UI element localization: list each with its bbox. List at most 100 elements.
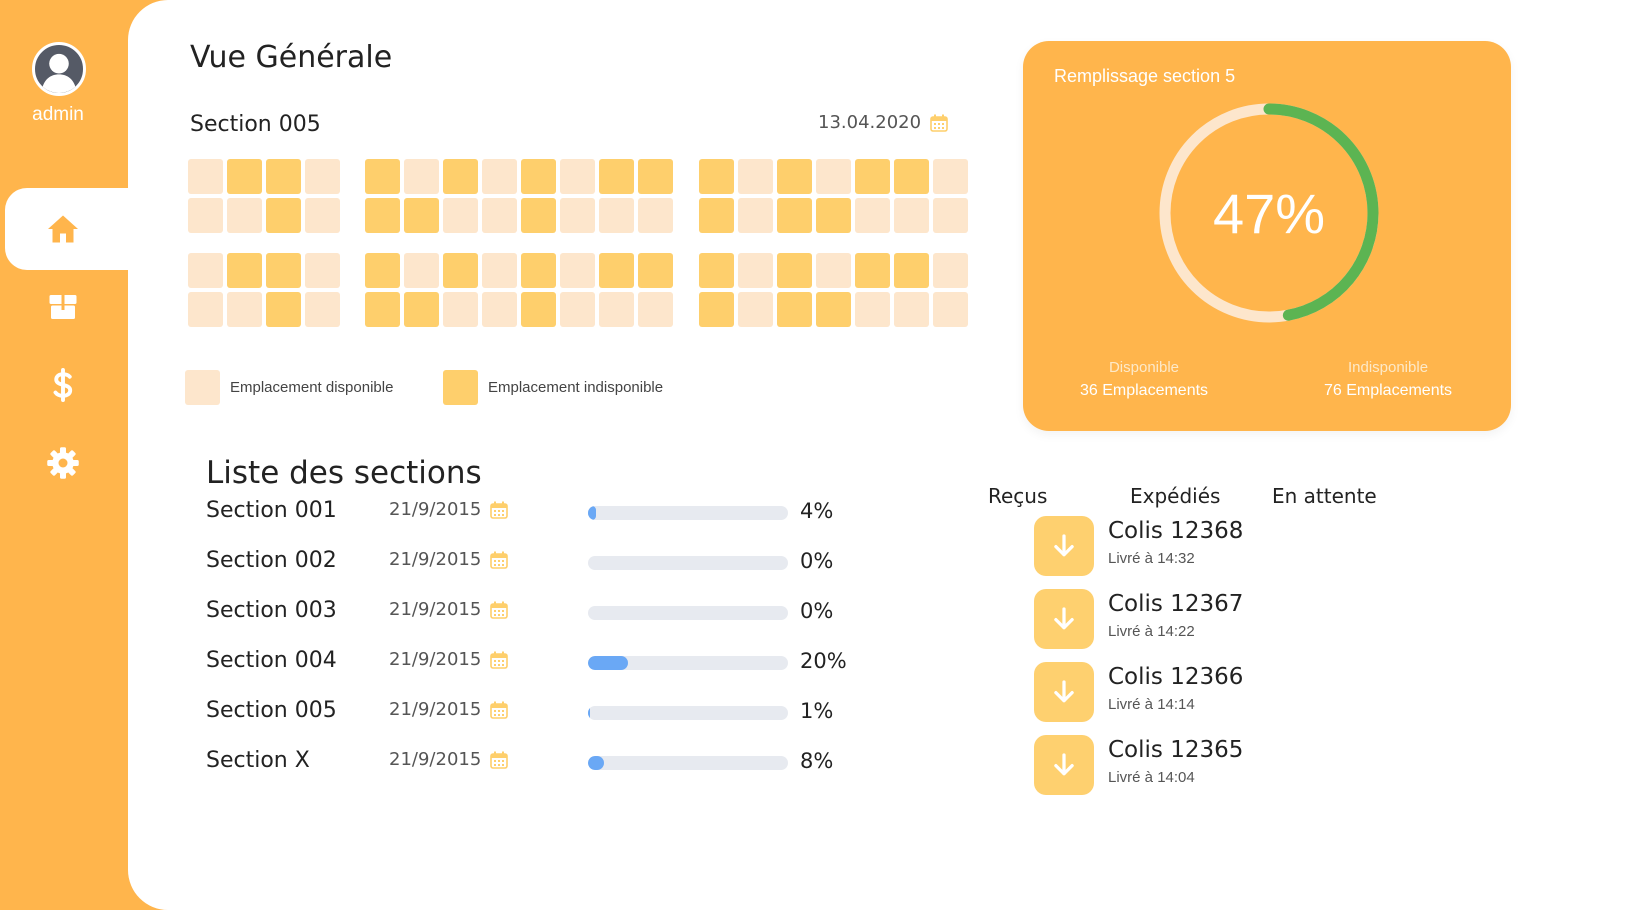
parcel-item[interactable]: Colis 12368 Livré à 14:32 <box>1034 516 1434 578</box>
nav-home[interactable] <box>5 188 128 270</box>
parcel-download-button[interactable] <box>1034 662 1094 722</box>
slot-available[interactable] <box>305 292 340 327</box>
slot-available[interactable] <box>188 253 223 288</box>
slot-available[interactable] <box>188 292 223 327</box>
slot-available[interactable] <box>404 159 439 194</box>
section-row[interactable]: Section X 21/9/2015 8% <box>206 748 906 788</box>
slot-unavailable[interactable] <box>816 292 851 327</box>
slot-unavailable[interactable] <box>777 292 812 327</box>
slot-unavailable[interactable] <box>699 253 734 288</box>
tab-shipped[interactable]: Expédiés <box>1130 484 1220 508</box>
section-row[interactable]: Section 005 21/9/2015 1% <box>206 698 906 738</box>
avatar[interactable] <box>32 42 86 96</box>
slot-available[interactable] <box>443 198 478 233</box>
slot-unavailable[interactable] <box>699 159 734 194</box>
nav-packages[interactable] <box>5 266 128 348</box>
slot-unavailable[interactable] <box>638 253 673 288</box>
parcel-download-button[interactable] <box>1034 735 1094 795</box>
slot-available[interactable] <box>738 292 773 327</box>
calendar-icon[interactable] <box>929 113 949 133</box>
slot-available[interactable] <box>638 198 673 233</box>
slot-available[interactable] <box>894 198 929 233</box>
slot-unavailable[interactable] <box>699 292 734 327</box>
slot-unavailable[interactable] <box>521 292 556 327</box>
slot-available[interactable] <box>933 253 968 288</box>
calendar-icon[interactable] <box>489 500 509 520</box>
slot-available[interactable] <box>188 198 223 233</box>
slot-unavailable[interactable] <box>266 159 301 194</box>
slot-unavailable[interactable] <box>638 159 673 194</box>
slot-unavailable[interactable] <box>816 198 851 233</box>
slot-available[interactable] <box>227 198 262 233</box>
section-row[interactable]: Section 003 21/9/2015 0% <box>206 598 906 638</box>
calendar-icon[interactable] <box>489 600 509 620</box>
slot-unavailable[interactable] <box>365 159 400 194</box>
slot-unavailable[interactable] <box>855 253 890 288</box>
slot-available[interactable] <box>305 159 340 194</box>
slot-available[interactable] <box>305 253 340 288</box>
slot-available[interactable] <box>638 292 673 327</box>
slot-available[interactable] <box>894 292 929 327</box>
slot-available[interactable] <box>738 159 773 194</box>
tab-received[interactable]: Reçus <box>988 484 1047 508</box>
slot-unavailable[interactable] <box>855 159 890 194</box>
slot-unavailable[interactable] <box>266 198 301 233</box>
nav-settings[interactable] <box>5 422 128 504</box>
slot-unavailable[interactable] <box>266 292 301 327</box>
slot-available[interactable] <box>738 198 773 233</box>
slot-unavailable[interactable] <box>599 253 634 288</box>
calendar-icon[interactable] <box>489 550 509 570</box>
slot-available[interactable] <box>482 292 517 327</box>
calendar-icon[interactable] <box>489 650 509 670</box>
slot-unavailable[interactable] <box>599 159 634 194</box>
slot-available[interactable] <box>188 159 223 194</box>
slot-available[interactable] <box>404 253 439 288</box>
slot-available[interactable] <box>599 292 634 327</box>
slot-unavailable[interactable] <box>699 198 734 233</box>
slot-unavailable[interactable] <box>227 253 262 288</box>
parcel-item[interactable]: Colis 12366 Livré à 14:14 <box>1034 662 1434 724</box>
parcel-download-button[interactable] <box>1034 516 1094 576</box>
section-row[interactable]: Section 002 21/9/2015 0% <box>206 548 906 588</box>
parcel-item[interactable]: Colis 12365 Livré à 14:04 <box>1034 735 1434 797</box>
calendar-icon[interactable] <box>489 700 509 720</box>
slot-available[interactable] <box>816 159 851 194</box>
section-row[interactable]: Section 004 21/9/2015 20% <box>206 648 906 688</box>
slot-unavailable[interactable] <box>521 159 556 194</box>
parcel-download-button[interactable] <box>1034 589 1094 649</box>
slot-available[interactable] <box>560 253 595 288</box>
slot-available[interactable] <box>560 292 595 327</box>
slot-unavailable[interactable] <box>777 159 812 194</box>
parcel-item[interactable]: Colis 12367 Livré à 14:22 <box>1034 589 1434 651</box>
slot-available[interactable] <box>482 159 517 194</box>
slot-available[interactable] <box>855 198 890 233</box>
slot-unavailable[interactable] <box>777 198 812 233</box>
slot-unavailable[interactable] <box>521 198 556 233</box>
slot-unavailable[interactable] <box>365 253 400 288</box>
slot-unavailable[interactable] <box>894 159 929 194</box>
slot-unavailable[interactable] <box>266 253 301 288</box>
slot-available[interactable] <box>933 198 968 233</box>
slot-available[interactable] <box>305 198 340 233</box>
slot-available[interactable] <box>738 253 773 288</box>
slot-unavailable[interactable] <box>365 198 400 233</box>
slot-available[interactable] <box>560 159 595 194</box>
slot-available[interactable] <box>855 292 890 327</box>
slot-available[interactable] <box>933 292 968 327</box>
slot-available[interactable] <box>482 253 517 288</box>
slot-unavailable[interactable] <box>894 253 929 288</box>
slot-available[interactable] <box>560 198 595 233</box>
slot-unavailable[interactable] <box>227 159 262 194</box>
slot-unavailable[interactable] <box>443 253 478 288</box>
tab-pending[interactable]: En attente <box>1272 484 1377 508</box>
slot-available[interactable] <box>482 198 517 233</box>
slot-unavailable[interactable] <box>443 159 478 194</box>
slot-unavailable[interactable] <box>777 253 812 288</box>
slot-unavailable[interactable] <box>521 253 556 288</box>
slot-unavailable[interactable] <box>404 198 439 233</box>
nav-finance[interactable] <box>5 344 128 426</box>
slot-unavailable[interactable] <box>365 292 400 327</box>
slot-available[interactable] <box>816 253 851 288</box>
slot-available[interactable] <box>599 198 634 233</box>
section-row[interactable]: Section 001 21/9/2015 4% <box>206 498 906 538</box>
